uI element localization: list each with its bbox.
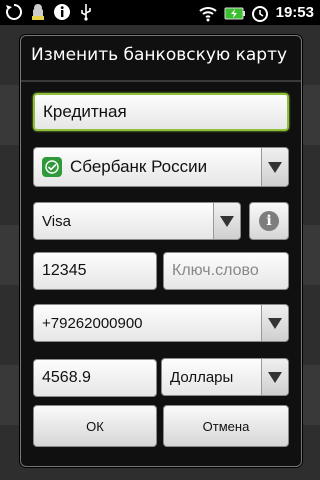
bank-select[interactable]: Сбербанк России: [33, 147, 289, 187]
dialog-title: Изменить банковскую карту: [31, 45, 288, 65]
amount-input[interactable]: 4568.9: [33, 359, 157, 397]
amount-value: 4568.9: [42, 369, 91, 386]
info-icon: [52, 2, 72, 22]
card-type-value: Visa: [42, 212, 71, 230]
bank-dropdown-arrow-icon[interactable]: [261, 148, 288, 186]
clock-time: 19:53: [275, 4, 314, 21]
sync-icon: [4, 2, 24, 22]
edit-bank-card-dialog: Изменить банковскую карту Кредитная Сбер…: [20, 35, 302, 467]
card-type-select[interactable]: Visa: [33, 202, 241, 240]
currency-dropdown-arrow-icon[interactable]: [261, 359, 288, 395]
phone-select[interactable]: +79262000900: [33, 304, 289, 342]
bank-label: Сбербанк России: [70, 157, 208, 176]
status-bar: 19:53: [0, 0, 320, 25]
alarm-icon: [250, 3, 270, 23]
android-robot-icon: [28, 2, 48, 22]
info-icon: i: [259, 211, 279, 231]
sberbank-logo-icon: [42, 157, 62, 177]
battery-charging-icon: [224, 3, 245, 23]
currency-value: Доллары: [170, 368, 234, 386]
currency-select[interactable]: Доллары: [161, 358, 289, 396]
usb-icon: [76, 2, 96, 22]
card-number-input[interactable]: 12345: [33, 252, 157, 290]
card-number-value: 12345: [42, 262, 87, 279]
phone-dropdown-arrow-icon[interactable]: [261, 305, 288, 341]
cancel-button[interactable]: Отмена: [163, 405, 289, 447]
phone-value: +79262000900: [42, 314, 143, 332]
keyword-placeholder: Ключ.слово: [172, 262, 259, 279]
card-name-value: Кредитная: [43, 102, 127, 121]
keyword-input[interactable]: Ключ.слово: [163, 252, 289, 290]
card-name-input[interactable]: Кредитная: [33, 93, 289, 131]
wifi-icon: [198, 3, 218, 23]
card-type-dropdown-arrow-icon[interactable]: [213, 203, 240, 239]
title-divider: [21, 80, 301, 82]
card-info-button[interactable]: i: [249, 202, 289, 240]
ok-button[interactable]: ОК: [33, 405, 157, 447]
